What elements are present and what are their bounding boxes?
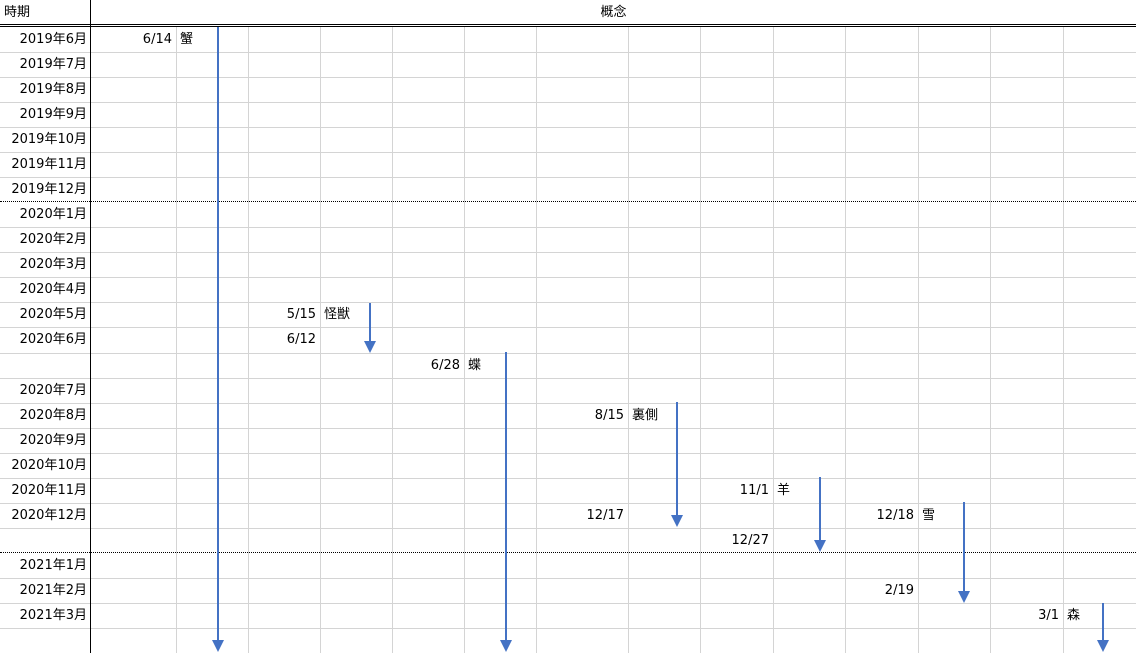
arrow-head <box>364 341 376 353</box>
arrow-down-icon <box>814 477 826 552</box>
arrow-down-icon <box>364 303 376 353</box>
arrow-down-icon <box>212 27 224 652</box>
timeline-arrows <box>212 27 1109 652</box>
arrow-head <box>958 591 970 603</box>
arrow-down-icon <box>671 402 683 527</box>
arrow-head <box>1097 640 1109 652</box>
arrow-down-icon <box>1097 603 1109 652</box>
arrow-down-icon <box>500 352 512 652</box>
arrow-head <box>671 515 683 527</box>
arrow-down-icon <box>958 502 970 603</box>
arrow-head <box>500 640 512 652</box>
arrow-head <box>212 640 224 652</box>
arrow-head <box>814 540 826 552</box>
